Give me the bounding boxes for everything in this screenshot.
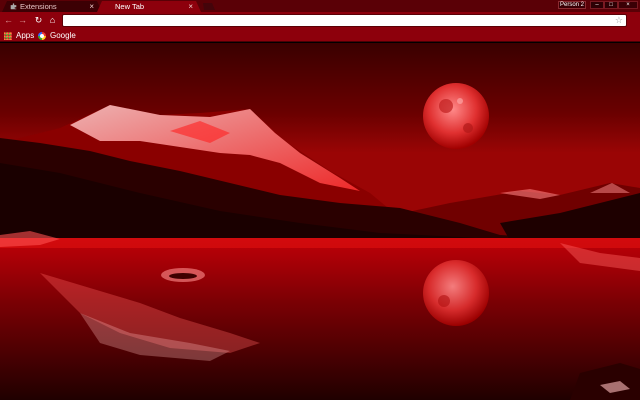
new-tab-page	[0, 43, 640, 400]
reload-icon[interactable]: ↻	[33, 15, 44, 26]
bookmark-star-icon[interactable]: ☆	[615, 15, 623, 26]
back-icon[interactable]: ←	[3, 15, 14, 26]
bookmarks-bar: Apps Google	[0, 29, 640, 42]
tab-label: Extensions	[20, 2, 57, 11]
theme-background-image	[0, 43, 640, 400]
new-tab-button[interactable]	[201, 3, 215, 10]
moon-shape	[423, 83, 489, 149]
tab-strip: Extensions × New Tab × Person 2 – □ ×	[0, 0, 640, 12]
close-window-button[interactable]: ×	[618, 1, 638, 9]
minimize-button[interactable]: –	[590, 1, 604, 9]
apps-grid-icon	[4, 32, 12, 40]
tab-new-tab[interactable]: New Tab ×	[97, 1, 201, 12]
address-input[interactable]	[66, 15, 611, 26]
bookmark-google[interactable]: Google	[38, 30, 78, 41]
forward-icon[interactable]: →	[17, 15, 28, 26]
toolbar: ← → ↻ ⌂ ☆	[0, 12, 640, 29]
tab-label: New Tab	[115, 2, 145, 11]
home-icon[interactable]: ⌂	[47, 15, 58, 26]
close-tab-icon[interactable]: ×	[89, 1, 94, 12]
bookmark-label: Apps	[16, 31, 35, 40]
google-icon	[38, 32, 46, 40]
bookmark-label: Google	[50, 31, 76, 40]
close-tab-icon[interactable]: ×	[188, 1, 193, 12]
moon-reflection-shape	[423, 260, 489, 326]
address-bar[interactable]: ☆	[62, 14, 627, 27]
tab-extensions[interactable]: Extensions ×	[2, 1, 102, 12]
puzzle-icon	[10, 3, 17, 10]
profile-button[interactable]: Person 2	[558, 1, 586, 9]
maximize-button[interactable]: □	[604, 1, 618, 9]
bookmark-apps[interactable]: Apps	[4, 30, 36, 41]
